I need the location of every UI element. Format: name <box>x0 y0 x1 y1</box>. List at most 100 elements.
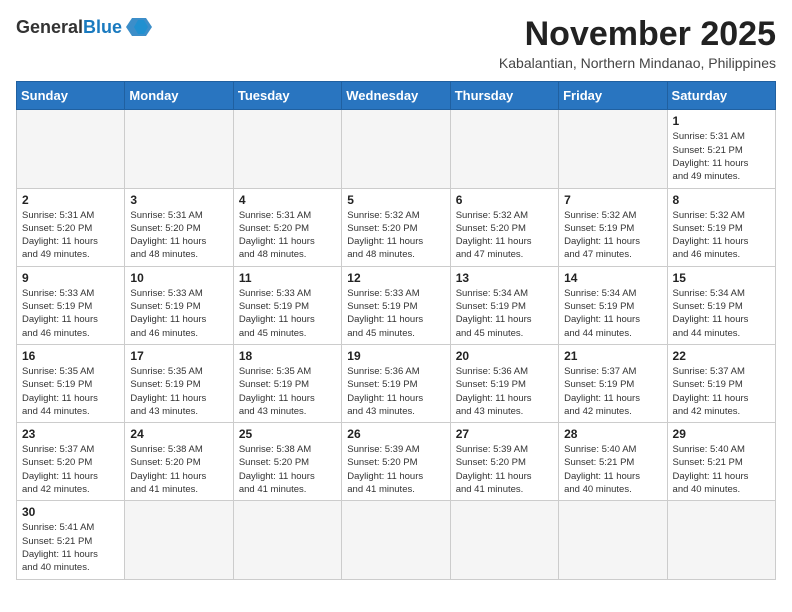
calendar-day-cell: 28 Sunrise: 5:40 AM Sunset: 5:21 PM Dayli… <box>559 423 667 501</box>
day-info: Sunrise: 5:34 AM Sunset: 5:19 PM Dayligh… <box>564 287 661 340</box>
logo-text: GeneralBlue <box>16 18 122 36</box>
calendar-day-cell: 24 Sunrise: 5:38 AM Sunset: 5:20 PM Dayli… <box>125 423 233 501</box>
day-of-week-header: Sunday <box>17 82 125 110</box>
day-info: Sunrise: 5:37 AM Sunset: 5:19 PM Dayligh… <box>673 365 770 418</box>
calendar-day-cell: 21 Sunrise: 5:37 AM Sunset: 5:19 PM Dayli… <box>559 344 667 422</box>
logo: GeneralBlue <box>16 16 152 38</box>
day-number: 15 <box>673 271 770 285</box>
calendar-day-cell: 23 Sunrise: 5:37 AM Sunset: 5:20 PM Dayli… <box>17 423 125 501</box>
day-number: 1 <box>673 114 770 128</box>
calendar-week-row: 23 Sunrise: 5:37 AM Sunset: 5:20 PM Dayli… <box>17 423 776 501</box>
calendar-day-cell <box>233 501 341 579</box>
day-number: 19 <box>347 349 444 363</box>
day-info: Sunrise: 5:32 AM Sunset: 5:19 PM Dayligh… <box>673 209 770 262</box>
day-number: 8 <box>673 193 770 207</box>
day-number: 13 <box>456 271 553 285</box>
page-header: GeneralBlue November 2025 Kabalantian, N… <box>16 16 776 71</box>
day-info: Sunrise: 5:31 AM Sunset: 5:20 PM Dayligh… <box>22 209 119 262</box>
calendar-day-cell <box>342 501 450 579</box>
calendar-day-cell: 1 Sunrise: 5:31 AM Sunset: 5:21 PM Daylig… <box>667 110 775 188</box>
day-number: 28 <box>564 427 661 441</box>
day-info: Sunrise: 5:35 AM Sunset: 5:19 PM Dayligh… <box>239 365 336 418</box>
day-info: Sunrise: 5:38 AM Sunset: 5:20 PM Dayligh… <box>130 443 227 496</box>
calendar-day-cell: 4Sunrise: 5:31 AM Sunset: 5:20 PM Daylig… <box>233 188 341 266</box>
day-number: 14 <box>564 271 661 285</box>
location-subtitle: Kabalantian, Northern Mindanao, Philippi… <box>499 55 776 71</box>
day-info: Sunrise: 5:39 AM Sunset: 5:20 PM Dayligh… <box>347 443 444 496</box>
calendar-day-cell: 20 Sunrise: 5:36 AM Sunset: 5:19 PM Dayli… <box>450 344 558 422</box>
day-number: 29 <box>673 427 770 441</box>
day-info: Sunrise: 5:33 AM Sunset: 5:19 PM Dayligh… <box>22 287 119 340</box>
calendar-day-cell: 6Sunrise: 5:32 AM Sunset: 5:20 PM Daylig… <box>450 188 558 266</box>
day-number: 7 <box>564 193 661 207</box>
day-info: Sunrise: 5:38 AM Sunset: 5:20 PM Dayligh… <box>239 443 336 496</box>
day-info: Sunrise: 5:31 AM Sunset: 5:21 PM Dayligh… <box>673 130 770 183</box>
calendar-day-cell: 5 Sunrise: 5:32 AM Sunset: 5:20 PM Daylig… <box>342 188 450 266</box>
day-number: 24 <box>130 427 227 441</box>
calendar-day-cell: 8 Sunrise: 5:32 AM Sunset: 5:19 PM Daylig… <box>667 188 775 266</box>
day-number: 27 <box>456 427 553 441</box>
calendar-day-cell <box>450 110 558 188</box>
day-number: 3 <box>130 193 227 207</box>
calendar-day-cell: 3Sunrise: 5:31 AM Sunset: 5:20 PM Daylig… <box>125 188 233 266</box>
calendar-day-cell: 30Sunrise: 5:41 AM Sunset: 5:21 PM Dayli… <box>17 501 125 579</box>
day-info: Sunrise: 5:32 AM Sunset: 5:19 PM Dayligh… <box>564 209 661 262</box>
day-info: Sunrise: 5:33 AM Sunset: 5:19 PM Dayligh… <box>347 287 444 340</box>
day-of-week-header: Monday <box>125 82 233 110</box>
day-info: Sunrise: 5:32 AM Sunset: 5:20 PM Dayligh… <box>456 209 553 262</box>
day-info: Sunrise: 5:35 AM Sunset: 5:19 PM Dayligh… <box>130 365 227 418</box>
calendar-day-cell: 18 Sunrise: 5:35 AM Sunset: 5:19 PM Dayli… <box>233 344 341 422</box>
day-number: 20 <box>456 349 553 363</box>
calendar-day-cell <box>667 501 775 579</box>
day-info: Sunrise: 5:32 AM Sunset: 5:20 PM Dayligh… <box>347 209 444 262</box>
day-number: 21 <box>564 349 661 363</box>
calendar-day-cell: 13 Sunrise: 5:34 AM Sunset: 5:19 PM Dayli… <box>450 266 558 344</box>
day-info: Sunrise: 5:37 AM Sunset: 5:20 PM Dayligh… <box>22 443 119 496</box>
calendar-day-cell <box>559 110 667 188</box>
day-info: Sunrise: 5:40 AM Sunset: 5:21 PM Dayligh… <box>673 443 770 496</box>
day-info: Sunrise: 5:37 AM Sunset: 5:19 PM Dayligh… <box>564 365 661 418</box>
logo-icon <box>124 16 152 38</box>
calendar-day-cell: 27Sunrise: 5:39 AM Sunset: 5:20 PM Dayli… <box>450 423 558 501</box>
calendar-week-row: 16 Sunrise: 5:35 AM Sunset: 5:19 PM Dayli… <box>17 344 776 422</box>
day-number: 16 <box>22 349 119 363</box>
calendar-day-cell: 14 Sunrise: 5:34 AM Sunset: 5:19 PM Dayli… <box>559 266 667 344</box>
calendar-day-cell: 7 Sunrise: 5:32 AM Sunset: 5:19 PM Daylig… <box>559 188 667 266</box>
day-info: Sunrise: 5:36 AM Sunset: 5:19 PM Dayligh… <box>456 365 553 418</box>
calendar-week-row: 9Sunrise: 5:33 AM Sunset: 5:19 PM Daylig… <box>17 266 776 344</box>
calendar-day-cell <box>233 110 341 188</box>
title-area: November 2025 Kabalantian, Northern Mind… <box>499 16 776 71</box>
month-title: November 2025 <box>499 16 776 53</box>
day-number: 26 <box>347 427 444 441</box>
calendar-day-cell: 16Sunrise: 5:35 AM Sunset: 5:19 PM Dayli… <box>17 344 125 422</box>
day-number: 18 <box>239 349 336 363</box>
calendar-day-cell: 26 Sunrise: 5:39 AM Sunset: 5:20 PM Dayli… <box>342 423 450 501</box>
day-number: 2 <box>22 193 119 207</box>
day-info: Sunrise: 5:40 AM Sunset: 5:21 PM Dayligh… <box>564 443 661 496</box>
calendar-day-cell: 15Sunrise: 5:34 AM Sunset: 5:19 PM Dayli… <box>667 266 775 344</box>
day-info: Sunrise: 5:41 AM Sunset: 5:21 PM Dayligh… <box>22 521 119 574</box>
day-number: 25 <box>239 427 336 441</box>
calendar-day-cell: 29 Sunrise: 5:40 AM Sunset: 5:21 PM Dayli… <box>667 423 775 501</box>
day-number: 22 <box>673 349 770 363</box>
day-number: 23 <box>22 427 119 441</box>
calendar-day-cell: 19Sunrise: 5:36 AM Sunset: 5:19 PM Dayli… <box>342 344 450 422</box>
calendar-day-cell: 25 Sunrise: 5:38 AM Sunset: 5:20 PM Dayli… <box>233 423 341 501</box>
day-number: 4 <box>239 193 336 207</box>
calendar-day-cell <box>125 110 233 188</box>
day-of-week-header: Tuesday <box>233 82 341 110</box>
calendar-day-cell: 12Sunrise: 5:33 AM Sunset: 5:19 PM Dayli… <box>342 266 450 344</box>
day-number: 5 <box>347 193 444 207</box>
calendar-day-cell <box>450 501 558 579</box>
day-info: Sunrise: 5:33 AM Sunset: 5:19 PM Dayligh… <box>130 287 227 340</box>
calendar-week-row: 1 Sunrise: 5:31 AM Sunset: 5:21 PM Daylig… <box>17 110 776 188</box>
calendar-day-cell <box>125 501 233 579</box>
day-of-week-header: Saturday <box>667 82 775 110</box>
day-info: Sunrise: 5:34 AM Sunset: 5:19 PM Dayligh… <box>456 287 553 340</box>
calendar-day-cell <box>559 501 667 579</box>
day-number: 11 <box>239 271 336 285</box>
calendar-day-cell: 11 Sunrise: 5:33 AM Sunset: 5:19 PM Dayli… <box>233 266 341 344</box>
day-info: Sunrise: 5:33 AM Sunset: 5:19 PM Dayligh… <box>239 287 336 340</box>
calendar-day-cell: 10Sunrise: 5:33 AM Sunset: 5:19 PM Dayli… <box>125 266 233 344</box>
day-of-week-header: Friday <box>559 82 667 110</box>
